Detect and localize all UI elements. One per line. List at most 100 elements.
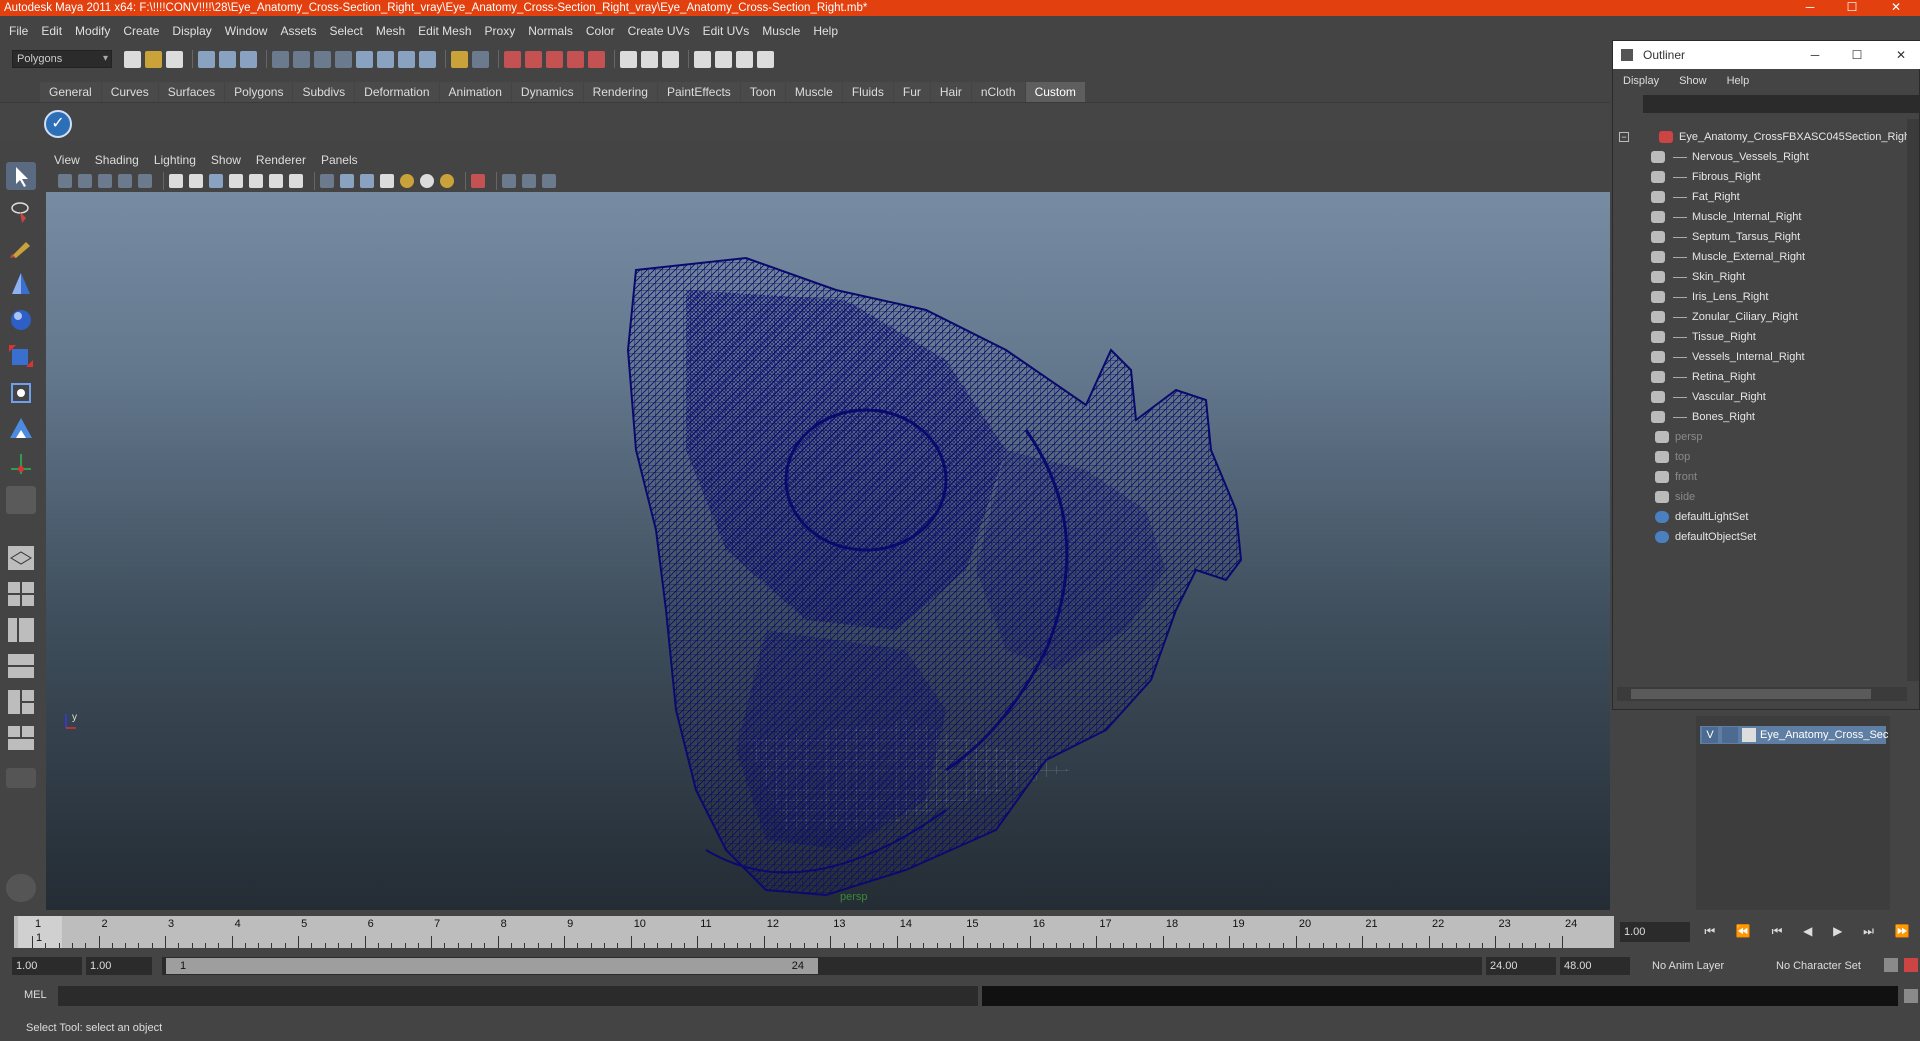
frame-selected-icon[interactable] bbox=[522, 174, 536, 188]
layer-color-icon[interactable] bbox=[1742, 728, 1756, 742]
menu-normals[interactable]: Normals bbox=[528, 24, 573, 38]
shelf-tab-fur[interactable]: Fur bbox=[893, 82, 930, 102]
outliner-item[interactable]: Iris_Lens_Right bbox=[1617, 287, 1907, 307]
layout-graph-icon[interactable] bbox=[6, 652, 36, 680]
snap-point-icon[interactable] bbox=[314, 50, 331, 68]
shelf-tab-rendering[interactable]: Rendering bbox=[583, 82, 657, 102]
outliner-vertical-scrollbar[interactable] bbox=[1907, 119, 1919, 681]
outliner-item[interactable]: persp bbox=[1617, 427, 1907, 447]
shelf-tab-dynamics[interactable]: Dynamics bbox=[511, 82, 583, 102]
menu-assets[interactable]: Assets bbox=[280, 24, 316, 38]
layer-visibility-toggle[interactable]: V bbox=[1702, 727, 1718, 743]
layout-2-icon[interactable] bbox=[715, 50, 732, 68]
start-time-field[interactable]: 1.00 bbox=[12, 957, 82, 975]
outliner-item[interactable]: side bbox=[1617, 487, 1907, 507]
outliner-item[interactable]: Fibrous_Right bbox=[1617, 167, 1907, 187]
step-back-key-icon[interactable]: ⏪ bbox=[1736, 924, 1751, 942]
key-icon[interactable] bbox=[1884, 958, 1898, 972]
shelf-tab-hair[interactable]: Hair bbox=[930, 82, 971, 102]
menu-muscle[interactable]: Muscle bbox=[762, 24, 800, 38]
viewport-menu-view[interactable]: View bbox=[54, 153, 80, 167]
outliner-item[interactable]: Septum_Tarsus_Right bbox=[1617, 227, 1907, 247]
play-forwards-icon[interactable]: ▶ bbox=[1833, 924, 1842, 942]
select-tool-icon[interactable] bbox=[6, 162, 36, 190]
outliner-item[interactable]: Skin_Right bbox=[1617, 267, 1907, 287]
menu-edit-mesh[interactable]: Edit Mesh bbox=[418, 24, 471, 38]
outliner-item[interactable]: Retina_Right bbox=[1617, 367, 1907, 387]
play-backwards-icon[interactable]: ◀ bbox=[1803, 924, 1812, 942]
outliner-item[interactable]: defaultObjectSet bbox=[1617, 527, 1907, 547]
range-slider-handle[interactable]: 1 24 bbox=[166, 958, 818, 974]
viewport-menu-panels[interactable]: Panels bbox=[321, 153, 358, 167]
time-slider[interactable]: 1 1 2 3 4 5 6 7 8 9 10 11 12 13 14 15 16 17 18 19 20 21 22 23 2… bbox=[14, 916, 1614, 948]
end-time-field[interactable]: 48.00 bbox=[1560, 957, 1630, 975]
render-current-icon[interactable] bbox=[525, 50, 542, 68]
history-icon[interactable] bbox=[377, 50, 394, 68]
shelf-tab-custom[interactable]: Custom bbox=[1025, 82, 1085, 102]
outliner-search-input[interactable] bbox=[1643, 95, 1919, 113]
cmd-language-label[interactable]: MEL bbox=[24, 989, 47, 1001]
outliner-maximize-button[interactable]: ☐ bbox=[1843, 41, 1871, 69]
camera-select-icon[interactable] bbox=[58, 174, 72, 188]
layer-row[interactable]: V Eye_Anatomy_Cross_Sec bbox=[1700, 726, 1888, 744]
wireframe-icon[interactable] bbox=[169, 174, 183, 188]
character-set-dropdown[interactable]: No Character Set bbox=[1772, 957, 1876, 975]
outliner-menu-display[interactable]: Display bbox=[1623, 75, 1659, 87]
command-input[interactable] bbox=[58, 986, 978, 1006]
layout-render-icon[interactable] bbox=[6, 724, 36, 752]
shelf-tab-ncloth[interactable]: nCloth bbox=[971, 82, 1025, 102]
checker-icon[interactable] bbox=[380, 174, 394, 188]
layout-single-icon[interactable] bbox=[6, 544, 36, 572]
go-to-end-icon[interactable]: ⏩ bbox=[1895, 924, 1910, 942]
close-button[interactable]: ✕ bbox=[1882, 0, 1910, 16]
viewport-menu-lighting[interactable]: Lighting bbox=[154, 153, 196, 167]
image-plane-icon[interactable] bbox=[118, 174, 132, 188]
outliner-item[interactable]: Tissue_Right bbox=[1617, 327, 1907, 347]
menu-create-uvs[interactable]: Create UVs bbox=[628, 24, 690, 38]
more-layouts-icon[interactable] bbox=[6, 768, 36, 788]
menu-create[interactable]: Create bbox=[123, 24, 159, 38]
all-lights-icon[interactable] bbox=[420, 174, 434, 188]
snap-plane-icon[interactable] bbox=[335, 50, 352, 68]
tool-settings-icon[interactable] bbox=[662, 50, 679, 68]
lights-icon[interactable] bbox=[229, 174, 243, 188]
layout-outliner-icon[interactable] bbox=[6, 616, 36, 644]
viewport-menu-shading[interactable]: Shading bbox=[95, 153, 139, 167]
script-editor-icon[interactable] bbox=[1904, 989, 1918, 1003]
preferences-icon[interactable] bbox=[1904, 958, 1918, 972]
layout-1-icon[interactable] bbox=[694, 50, 711, 68]
lock-icon[interactable] bbox=[451, 50, 468, 68]
construction-icon[interactable] bbox=[398, 50, 415, 68]
shelf-tab-toon[interactable]: Toon bbox=[740, 82, 785, 102]
menu-help[interactable]: Help bbox=[813, 24, 838, 38]
show-manipulator-icon[interactable] bbox=[6, 450, 36, 478]
bookmark-icon[interactable] bbox=[98, 174, 112, 188]
selection-highlight-icon[interactable] bbox=[471, 174, 485, 188]
shelf-tab-muscle[interactable]: Muscle bbox=[785, 82, 842, 102]
soft-mod-icon[interactable] bbox=[6, 414, 36, 442]
shelf-tab-general[interactable]: General bbox=[40, 82, 101, 102]
move-tool-icon[interactable] bbox=[6, 270, 36, 298]
playback-end-field[interactable]: 24.00 bbox=[1486, 957, 1556, 975]
outliner-item[interactable]: Nervous_Vessels_Right bbox=[1617, 147, 1907, 167]
frame-all-icon[interactable] bbox=[502, 174, 516, 188]
outliner-minimize-button[interactable]: ─ bbox=[1801, 41, 1829, 69]
menu-edit[interactable]: Edit bbox=[41, 24, 62, 38]
layout-4-icon[interactable] bbox=[757, 50, 774, 68]
menu-modify[interactable]: Modify bbox=[75, 24, 110, 38]
attribute-editor-icon[interactable] bbox=[641, 50, 658, 68]
outliner-item[interactable]: top bbox=[1617, 447, 1907, 467]
select-mode-icon[interactable] bbox=[472, 50, 489, 68]
shelf-check-icon[interactable]: ✓ bbox=[44, 110, 72, 138]
menu-select[interactable]: Select bbox=[329, 24, 362, 38]
outliner-item[interactable]: Vessels_Internal_Right bbox=[1617, 347, 1907, 367]
last-tool-icon[interactable] bbox=[6, 486, 36, 514]
render-settings-icon[interactable] bbox=[567, 50, 584, 68]
shelf-tab-surfaces[interactable]: Surfaces bbox=[158, 82, 225, 102]
maximize-button[interactable]: ☐ bbox=[1838, 0, 1866, 16]
outliner-item[interactable]: Vascular_Right bbox=[1617, 387, 1907, 407]
menu-color[interactable]: Color bbox=[586, 24, 615, 38]
viewport-menu-show[interactable]: Show bbox=[211, 153, 241, 167]
select-component-icon[interactable] bbox=[240, 50, 257, 68]
manipulator-tool-icon[interactable] bbox=[6, 378, 36, 406]
